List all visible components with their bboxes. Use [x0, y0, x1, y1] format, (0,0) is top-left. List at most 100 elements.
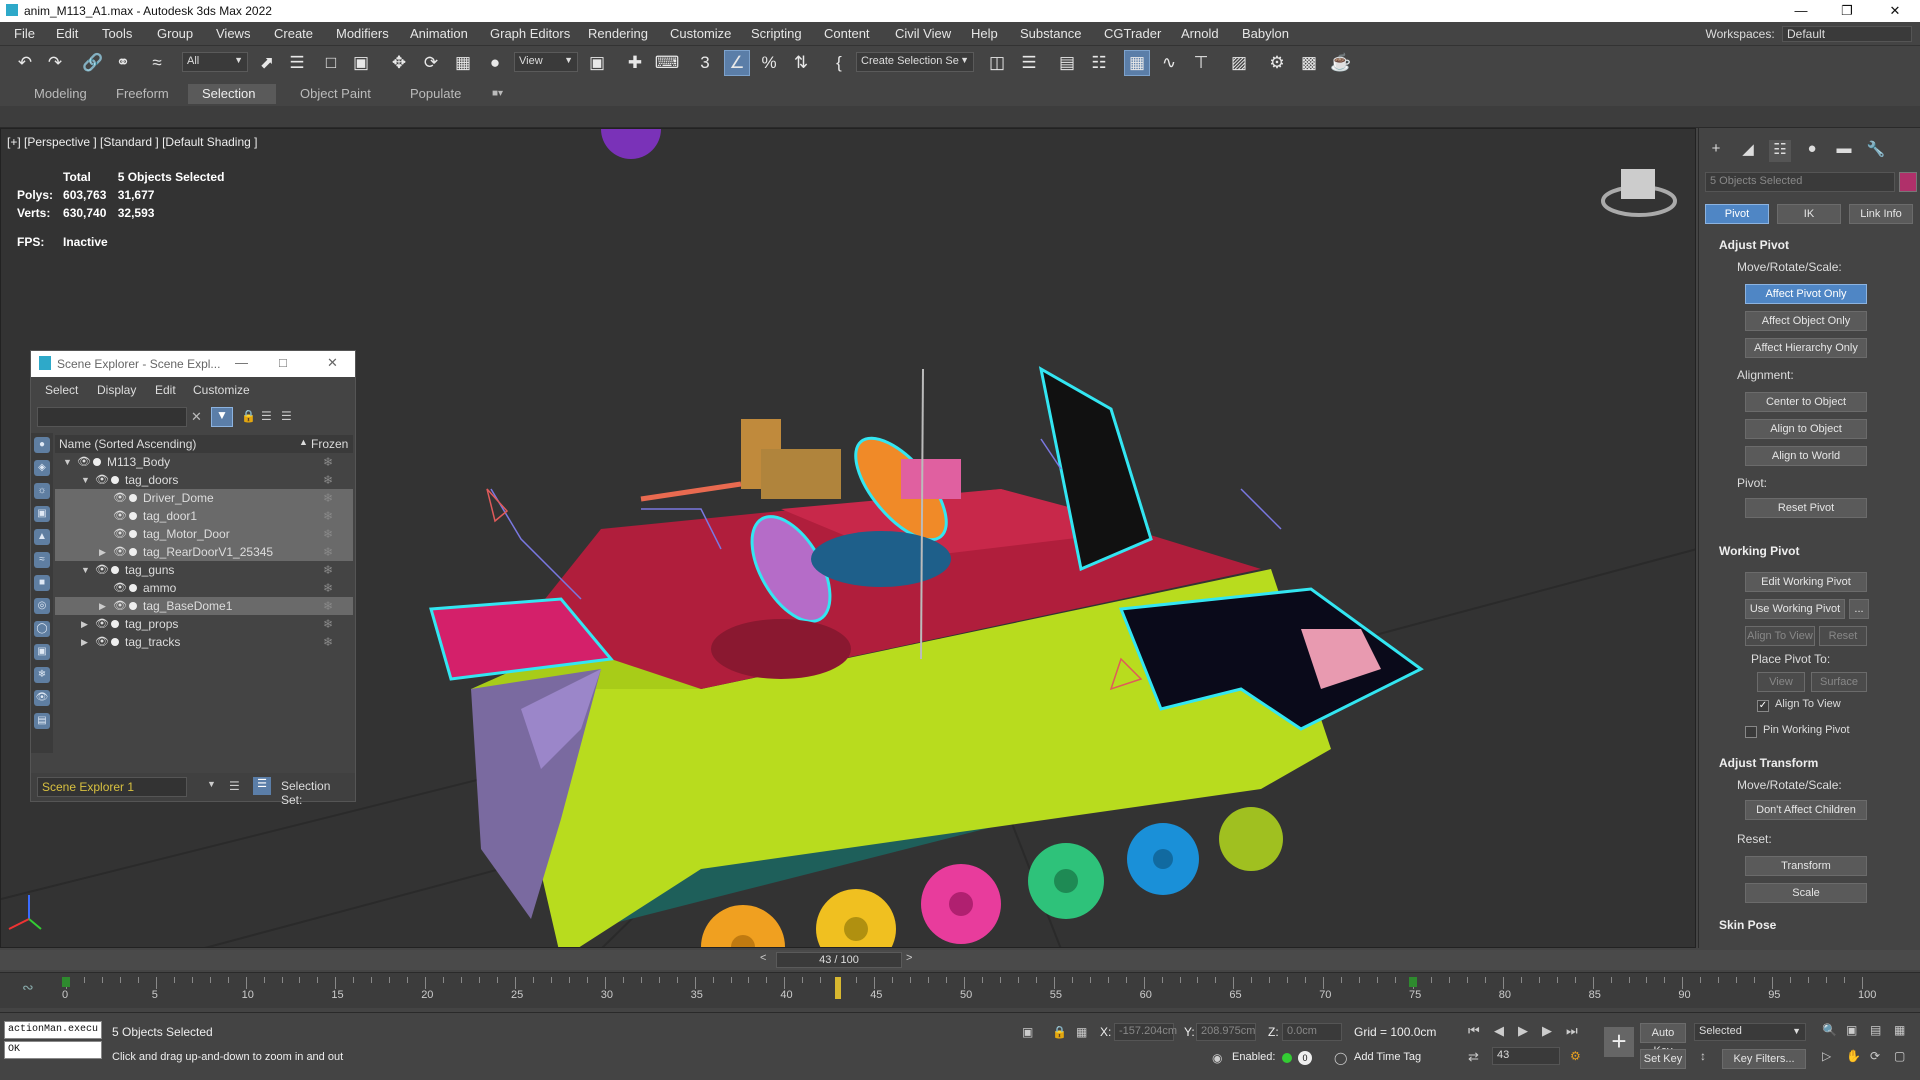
expand-right-icon[interactable]: ▶ — [81, 633, 88, 651]
angle-snap-icon[interactable]: ∠ — [724, 50, 750, 76]
use-working-pivot-button[interactable]: Use Working Pivot — [1745, 599, 1845, 619]
column-name[interactable]: Name (Sorted Ascending) — [59, 437, 196, 451]
minimize-icon[interactable]: — — [235, 355, 248, 370]
redo-icon[interactable]: ↷ — [42, 50, 68, 76]
close-icon[interactable]: ✕ — [327, 355, 338, 371]
maximize-viewport-icon[interactable]: ▢ — [1894, 1049, 1905, 1063]
select-manipulate-icon[interactable]: ✚ — [622, 50, 648, 76]
se-menu-display[interactable]: Display — [97, 383, 136, 397]
add-time-tag-button[interactable]: Add Time Tag — [1354, 1051, 1421, 1063]
adjust-transform-rollout[interactable]: Adjust Transform — [1719, 756, 1818, 770]
working-pivot-rollout[interactable]: Working Pivot — [1719, 544, 1799, 558]
display-helpers-icon[interactable]: ▲ — [34, 529, 50, 545]
set-key-filter-icon[interactable]: ↕ — [1700, 1049, 1706, 1063]
time-configuration-icon[interactable]: ⚙ — [1570, 1049, 1581, 1063]
frozen-snowflake-icon[interactable]: ❄ — [323, 615, 333, 633]
se-menu-edit[interactable]: Edit — [155, 383, 176, 397]
lock-icon[interactable]: 🔒 — [241, 409, 256, 423]
display-groups-icon[interactable]: ■ — [34, 575, 50, 591]
visibility-eye-icon[interactable]: 👁 — [113, 525, 127, 543]
y-coordinate-field[interactable]: 208.975cm — [1196, 1023, 1256, 1041]
window-crossing-icon[interactable]: ▣ — [348, 50, 374, 76]
tab-modeling[interactable]: Modeling — [20, 84, 101, 104]
auto-key-button[interactable]: Auto Key — [1640, 1023, 1686, 1057]
display-cameras-icon[interactable]: ▣ — [34, 506, 50, 522]
time-config-icon[interactable]: 0 — [1298, 1051, 1312, 1065]
prev-frame-arrow-icon[interactable]: < — [760, 952, 766, 964]
tree-row[interactable]: 👁 ammo ❄ — [55, 579, 353, 597]
frozen-snowflake-icon[interactable]: ❄ — [323, 597, 333, 615]
display-frozen-icon[interactable]: ❄ — [34, 667, 50, 683]
pivot-center-icon[interactable]: ▣ — [584, 50, 610, 76]
menu-content[interactable]: Content — [824, 26, 870, 41]
unlink-icon[interactable]: ⚭ — [110, 50, 136, 76]
spinner-snap-icon[interactable]: ⇅ — [788, 50, 814, 76]
align-to-view-checkbox[interactable]: ✓ — [1757, 700, 1769, 712]
dont-affect-children-button[interactable]: Don't Affect Children — [1745, 800, 1867, 820]
viewport-label[interactable]: [+] [Perspective ] [Standard ] [Default … — [7, 135, 257, 149]
tree-row[interactable]: ▶ 👁 tag_RearDoorV1_25345 ❄ — [55, 543, 353, 561]
explorer-name-field[interactable]: Scene Explorer 1 — [37, 777, 187, 797]
curve-editor-icon[interactable]: ∿ — [1156, 50, 1182, 76]
track-bar[interactable]: ∾ 0 5 10 15 20 25 30 35 40 45 50 55 60 65 70 75 80 85 90 95… — [0, 972, 1920, 1008]
menu-rendering[interactable]: Rendering — [588, 26, 648, 41]
menu-tools[interactable]: Tools — [102, 26, 132, 41]
rotate-icon[interactable]: ⟳ — [418, 50, 444, 76]
minimize-icon[interactable]: — — [1778, 0, 1824, 22]
pin-working-pivot-checkbox[interactable] — [1745, 726, 1757, 738]
time-tag-icon[interactable]: ◯ — [1334, 1051, 1347, 1065]
pan-icon[interactable]: ✋ — [1846, 1049, 1861, 1063]
visibility-eye-icon[interactable]: 👁 — [77, 453, 91, 471]
workspace-value[interactable]: Default — [1782, 26, 1912, 42]
scene-explorer-icon[interactable]: ▤ — [1054, 50, 1080, 76]
object-name-field[interactable]: 5 Objects Selected — [1705, 172, 1895, 192]
key-mode-toggle-icon[interactable]: ⇄ — [1468, 1049, 1479, 1065]
tab-object-paint[interactable]: Object Paint — [286, 84, 385, 104]
display-all-icon[interactable]: ▤ — [34, 713, 50, 729]
visibility-eye-icon[interactable]: 👁 — [113, 543, 127, 561]
close-icon[interactable]: ✕ — [1872, 0, 1918, 22]
expand-right-icon[interactable]: ▶ — [99, 597, 106, 615]
tree-row[interactable]: ▼ 👁 tag_doors ❄ — [55, 471, 353, 489]
menu-views[interactable]: Views — [216, 26, 250, 41]
tab-populate[interactable]: Populate — [396, 84, 475, 104]
scene-explorer-window[interactable]: Scene Explorer - Scene Expl... — □ ✕ Sel… — [30, 350, 356, 807]
expand-right-icon[interactable]: ▶ — [99, 543, 106, 561]
ribbon-options-icon[interactable]: ■▾ — [478, 84, 517, 104]
zoom-extents-icon[interactable]: ▤ — [1870, 1023, 1881, 1037]
z-coordinate-field[interactable]: 0.0cm — [1282, 1023, 1342, 1041]
menu-graph-editors[interactable]: Graph Editors — [490, 26, 570, 41]
go-to-end-icon[interactable]: ⏭ — [1566, 1023, 1578, 1039]
menu-customize[interactable]: Customize — [670, 26, 731, 41]
display-lights-icon[interactable]: ☼ — [34, 483, 50, 499]
edit-working-pivot-button[interactable]: Edit Working Pivot — [1745, 572, 1867, 592]
visibility-eye-icon[interactable]: 👁 — [95, 633, 109, 651]
menu-cgtrader[interactable]: CGTrader — [1104, 26, 1161, 41]
maximize-icon[interactable]: ❐ — [1824, 0, 1870, 22]
tree-row[interactable]: ▶ 👁 tag_BaseDome1 ❄ — [55, 597, 353, 615]
layer-explorer-icon[interactable]: ☷ — [1086, 50, 1112, 76]
tree-row[interactable]: ▼ 👁 tag_guns ❄ — [55, 561, 353, 579]
object-color-swatch[interactable] — [1899, 172, 1917, 192]
frozen-snowflake-icon[interactable]: ❄ — [323, 453, 333, 471]
keyframe-marker[interactable] — [62, 977, 70, 987]
maximize-icon[interactable]: □ — [279, 355, 287, 370]
go-to-start-icon[interactable]: ⏮ — [1468, 1023, 1480, 1039]
se-menu-customize[interactable]: Customize — [193, 383, 250, 397]
rect-selection-icon[interactable]: □ — [318, 50, 344, 76]
ik-subtab[interactable]: IK — [1777, 204, 1841, 224]
field-of-view-icon[interactable]: ▷ — [1822, 1049, 1831, 1063]
visibility-eye-icon[interactable]: 👁 — [113, 597, 127, 615]
bind-space-warp-icon[interactable]: ≈ — [144, 50, 170, 76]
reset-working-pivot-button[interactable]: Reset — [1819, 626, 1867, 646]
adaptive-degradation-icon[interactable]: ◉ — [1212, 1051, 1222, 1065]
menu-file[interactable]: File — [14, 26, 35, 41]
working-pivot-options-button[interactable]: ... — [1849, 599, 1869, 619]
modify-tab-icon[interactable]: ◢ — [1737, 140, 1759, 162]
zoom-extents-all-icon[interactable]: ▦ — [1894, 1023, 1905, 1037]
render-setup-icon[interactable]: ⚙ — [1264, 50, 1290, 76]
next-frame-icon[interactable]: ▶ — [1542, 1023, 1552, 1039]
menu-help[interactable]: Help — [971, 26, 998, 41]
key-mode-dropdown[interactable]: Selected ▼ — [1694, 1023, 1806, 1041]
undo-icon[interactable]: ↶ — [12, 50, 38, 76]
